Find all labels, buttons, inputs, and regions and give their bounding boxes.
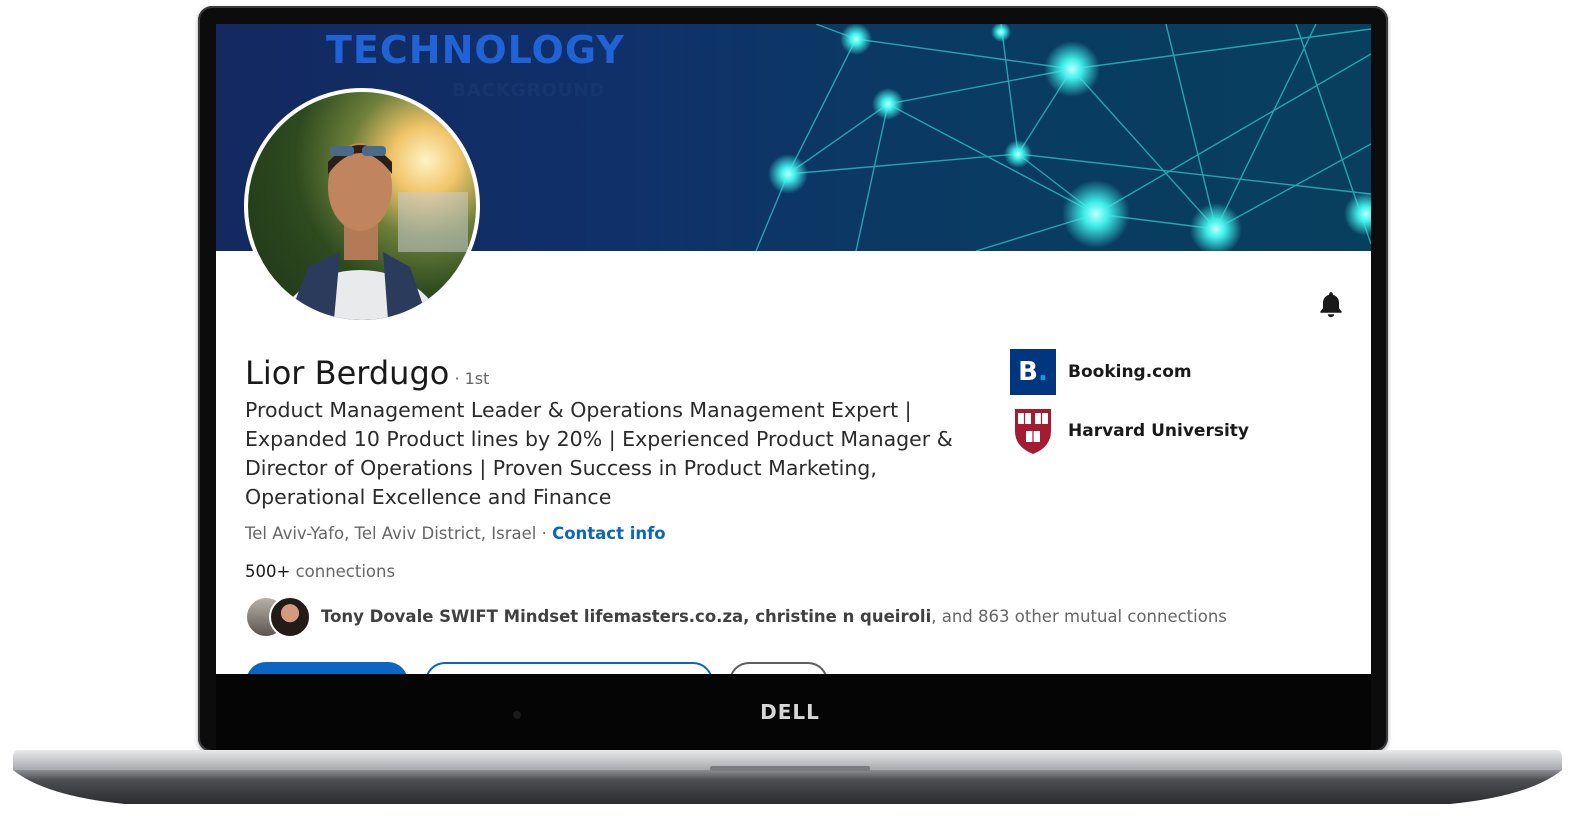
booking-logo-dot: . xyxy=(1037,357,1048,387)
banner-title: TECHNOLOGY xyxy=(326,28,625,72)
primary-action-button[interactable] xyxy=(246,662,408,674)
profile-name: Lior Berdugo xyxy=(245,354,450,392)
mutual-connections[interactable]: Tony Dovale SWIFT Mindset lifemasters.co… xyxy=(245,596,1227,638)
mutual-rest: , and 863 other mutual connections xyxy=(931,606,1227,626)
dell-logo: DELL xyxy=(760,700,820,724)
person-photo xyxy=(278,143,468,320)
laptop-base xyxy=(13,750,1562,804)
booking-logo-letter: B xyxy=(1018,357,1038,387)
connections-row[interactable]: 500+ connections xyxy=(245,562,395,581)
school-name: Harvard University xyxy=(1068,421,1249,441)
connections-count: 500+ xyxy=(245,562,291,581)
booking-logo: B. xyxy=(1010,349,1056,395)
location-separator: · xyxy=(536,524,553,543)
company-name: Booking.com xyxy=(1068,362,1192,382)
name-row: Lior Berdugo · 1st xyxy=(245,354,489,392)
connections-label: connections xyxy=(290,562,396,581)
mutual-names: Tony Dovale SWIFT Mindset lifemasters.co… xyxy=(321,606,932,626)
bell-icon[interactable] xyxy=(1313,286,1349,322)
harvard-shield-icon xyxy=(1010,406,1056,456)
current-company[interactable]: B. Booking.com xyxy=(1010,349,1192,395)
profile-location: Tel Aviv-Yafo, Tel Aviv District, Israel xyxy=(245,524,537,543)
shield-graphic xyxy=(1015,409,1051,454)
more-button[interactable] xyxy=(729,662,828,674)
secondary-action-button[interactable] xyxy=(425,662,713,674)
connection-degree: · 1st xyxy=(454,369,490,388)
screen: TECHNOLOGY BACKGROUND Lior Berdugo · 1st… xyxy=(216,24,1371,674)
webcam-icon xyxy=(513,711,521,719)
education-school[interactable]: Harvard University xyxy=(1010,406,1249,456)
mutual-avatar xyxy=(269,596,311,638)
profile-avatar[interactable] xyxy=(244,88,480,324)
profile-headline: Product Management Leader & Operations M… xyxy=(245,398,953,509)
location-row: Tel Aviv-Yafo, Tel Aviv District, Israel… xyxy=(245,524,666,543)
mutual-avatars xyxy=(245,596,313,638)
bell-glyph xyxy=(1320,292,1342,318)
contact-info-link[interactable]: Contact info xyxy=(552,524,666,543)
